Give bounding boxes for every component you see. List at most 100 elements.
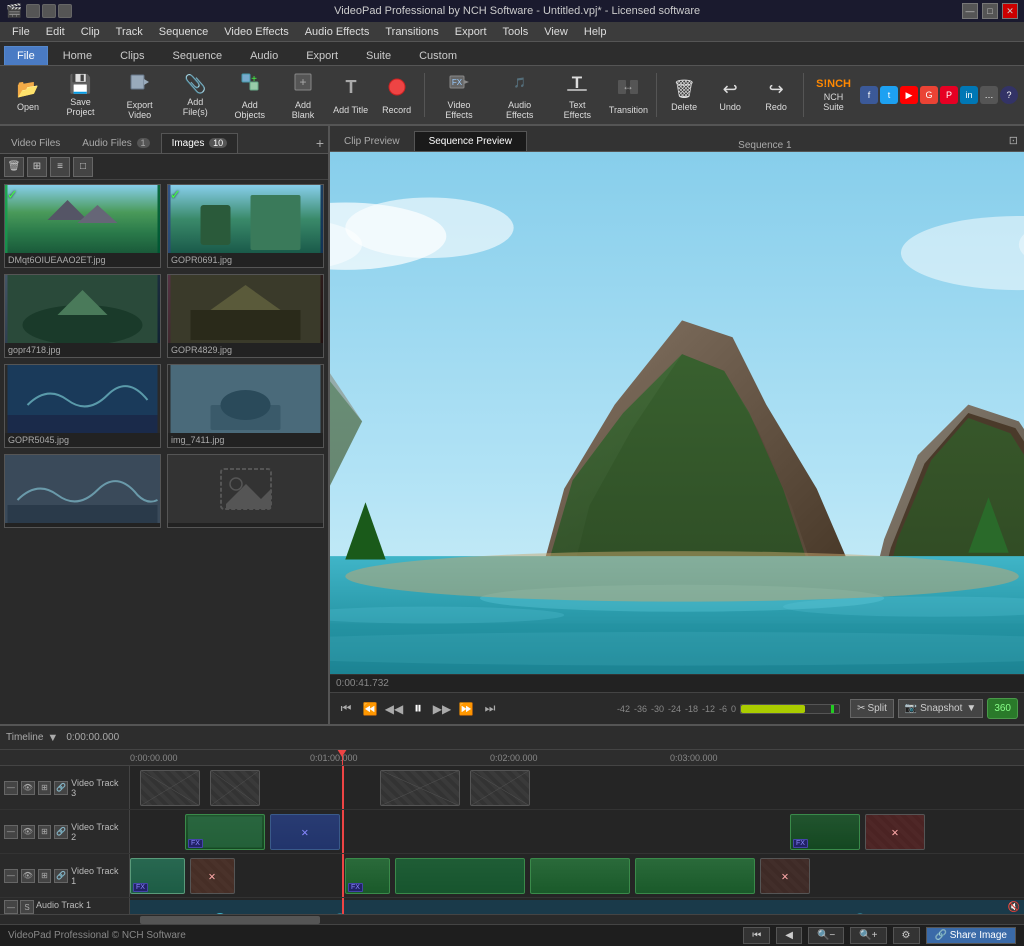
tab-export[interactable]: Export bbox=[293, 46, 351, 65]
menu-video-effects[interactable]: Video Effects bbox=[216, 24, 296, 40]
redo-button[interactable]: ↪ Redo bbox=[754, 69, 798, 121]
media-item-1[interactable]: ✓ DMqt6OIUEAAO2ET.jpg bbox=[4, 184, 161, 268]
menu-file[interactable]: File bbox=[4, 24, 38, 40]
track-1-link[interactable]: 🔗 bbox=[54, 869, 68, 883]
audio-mute-icon[interactable]: 🔇 bbox=[1008, 902, 1020, 913]
vr360-button[interactable]: 360 bbox=[987, 698, 1018, 719]
timeline-expand-icon[interactable]: ▼ bbox=[47, 732, 58, 744]
record-button[interactable]: Record bbox=[375, 69, 419, 121]
tab-custom[interactable]: Custom bbox=[406, 46, 470, 65]
audio-track-1-solo[interactable]: S bbox=[20, 900, 34, 914]
save-project-button[interactable]: 💾 Save Project bbox=[52, 69, 109, 121]
text-effects-button[interactable]: T Text Effects bbox=[551, 69, 604, 121]
open-button[interactable]: 📂 Open bbox=[6, 69, 50, 121]
track-2-fx[interactable]: ⊞ bbox=[38, 825, 52, 839]
tab-sequence-preview[interactable]: Sequence Preview bbox=[414, 131, 527, 151]
menu-tools[interactable]: Tools bbox=[495, 24, 537, 40]
play-pause-button[interactable]: ⏸ bbox=[408, 699, 428, 719]
track-1-clip-4[interactable] bbox=[395, 858, 525, 894]
audio-track-1-mute[interactable]: — bbox=[4, 900, 18, 914]
track-3-fx[interactable]: ⊞ bbox=[38, 781, 52, 795]
add-objects-button[interactable]: + Add Objects bbox=[222, 69, 277, 121]
menu-clip[interactable]: Clip bbox=[73, 24, 108, 40]
next-frame-button[interactable]: ⏩ bbox=[456, 699, 476, 719]
skip-end-button[interactable]: ⏭ bbox=[480, 699, 500, 719]
add-media-button[interactable]: + bbox=[316, 135, 324, 151]
track-3-clip-4[interactable] bbox=[470, 770, 530, 806]
skip-start-button[interactable]: ⏮ bbox=[336, 699, 356, 719]
track-2-clip-4[interactable]: ✕ bbox=[865, 814, 925, 850]
timeline-settings-button[interactable]: ⚙ bbox=[893, 927, 920, 944]
track-2-link[interactable]: 🔗 bbox=[54, 825, 68, 839]
maximize-button[interactable]: □ bbox=[982, 3, 998, 19]
media-grid-btn[interactable]: ⊞ bbox=[27, 157, 47, 177]
track-1-clip-1[interactable]: FX bbox=[130, 858, 185, 894]
undo-button[interactable]: ↩ Undo bbox=[708, 69, 752, 121]
media-item-blank[interactable] bbox=[167, 454, 324, 528]
social-more[interactable]: … bbox=[980, 86, 998, 104]
track-3-mute[interactable]: 👁 bbox=[21, 781, 35, 795]
timeline-back-button[interactable]: ◀ bbox=[776, 927, 802, 944]
media-item-6[interactable]: img_7411.jpg bbox=[167, 364, 324, 448]
menu-export[interactable]: Export bbox=[447, 24, 495, 40]
add-files-button[interactable]: 📎 Add File(s) bbox=[170, 69, 220, 121]
audio-effects-button[interactable]: 🎵 Audio Effects bbox=[490, 69, 549, 121]
menu-track[interactable]: Track bbox=[108, 24, 151, 40]
media-thumb-btn[interactable]: □ bbox=[73, 157, 93, 177]
video-effects-button[interactable]: FX Video Effects bbox=[430, 69, 489, 121]
social-linkedin[interactable]: in bbox=[960, 86, 978, 104]
volume-slider[interactable] bbox=[740, 704, 840, 714]
track-2-clip-3[interactable]: FX bbox=[790, 814, 860, 850]
track-2-lock[interactable]: — bbox=[4, 825, 18, 839]
track-1-clip-7[interactable]: ✕ bbox=[760, 858, 810, 894]
preview-collapse-button[interactable]: ⊡ bbox=[1003, 130, 1024, 151]
tab-video-files[interactable]: Video Files bbox=[0, 133, 71, 153]
tab-audio[interactable]: Audio bbox=[237, 46, 291, 65]
tab-home[interactable]: Home bbox=[50, 46, 105, 65]
track-3-lock[interactable]: — bbox=[4, 781, 18, 795]
timeline-scroll-thumb[interactable] bbox=[140, 916, 320, 924]
media-item-3[interactable]: gopr4718.jpg bbox=[4, 274, 161, 358]
track-3-link[interactable]: 🔗 bbox=[54, 781, 68, 795]
social-youtube[interactable]: ▶ bbox=[900, 86, 918, 104]
split-button[interactable]: ✂Split bbox=[850, 699, 894, 718]
social-facebook[interactable]: f bbox=[860, 86, 878, 104]
social-twitter[interactable]: t bbox=[880, 86, 898, 104]
snapshot-dropdown-icon[interactable]: ▼ bbox=[966, 703, 976, 714]
transition-button[interactable]: ↔ Transition bbox=[606, 69, 652, 121]
export-video-button[interactable]: Export Video bbox=[111, 69, 168, 121]
track-2-clip-2[interactable]: ✕ bbox=[270, 814, 340, 850]
rewind-button[interactable]: ◀◀ bbox=[384, 699, 404, 719]
track-1-clip-5[interactable] bbox=[530, 858, 630, 894]
media-item-7[interactable] bbox=[4, 454, 161, 528]
add-blank-button[interactable]: + Add Blank bbox=[279, 69, 326, 121]
track-1-clip-6[interactable] bbox=[635, 858, 755, 894]
delete-button[interactable]: 🗑 Delete bbox=[662, 69, 706, 121]
track-1-clip-2[interactable]: ✕ bbox=[190, 858, 235, 894]
menu-help[interactable]: Help bbox=[576, 24, 615, 40]
social-pinterest[interactable]: P bbox=[940, 86, 958, 104]
media-list-btn[interactable]: ≡ bbox=[50, 157, 70, 177]
media-item-2[interactable]: ✓ GOPR0691.jpg bbox=[167, 184, 324, 268]
zoom-out-button[interactable]: 🔍− bbox=[808, 927, 844, 944]
media-delete-btn[interactable]: 🗑 bbox=[4, 157, 24, 177]
social-help[interactable]: ? bbox=[1000, 86, 1018, 104]
tab-audio-files[interactable]: Audio Files 1 bbox=[71, 133, 160, 153]
menu-transitions[interactable]: Transitions bbox=[377, 24, 446, 40]
tab-sequence[interactable]: Sequence bbox=[160, 46, 236, 65]
tab-clip-preview[interactable]: Clip Preview bbox=[330, 132, 414, 151]
tab-file[interactable]: File bbox=[4, 46, 48, 65]
menu-view[interactable]: View bbox=[536, 24, 576, 40]
prev-frame-button[interactable]: ⏪ bbox=[360, 699, 380, 719]
track-1-fx[interactable]: ⊞ bbox=[38, 869, 52, 883]
timeline-home-button[interactable]: ⏮ bbox=[743, 927, 770, 944]
add-title-button[interactable]: T Add Title bbox=[329, 69, 373, 121]
menu-sequence[interactable]: Sequence bbox=[151, 24, 217, 40]
tab-suite[interactable]: Suite bbox=[353, 46, 404, 65]
close-button[interactable]: ✕ bbox=[1002, 3, 1018, 19]
snapshot-button[interactable]: 📷 Snapshot ▼ bbox=[898, 699, 983, 718]
track-3-clip-3[interactable] bbox=[380, 770, 460, 806]
social-google[interactable]: G bbox=[920, 86, 938, 104]
tab-clips[interactable]: Clips bbox=[107, 46, 157, 65]
track-1-mute[interactable]: 👁 bbox=[21, 869, 35, 883]
